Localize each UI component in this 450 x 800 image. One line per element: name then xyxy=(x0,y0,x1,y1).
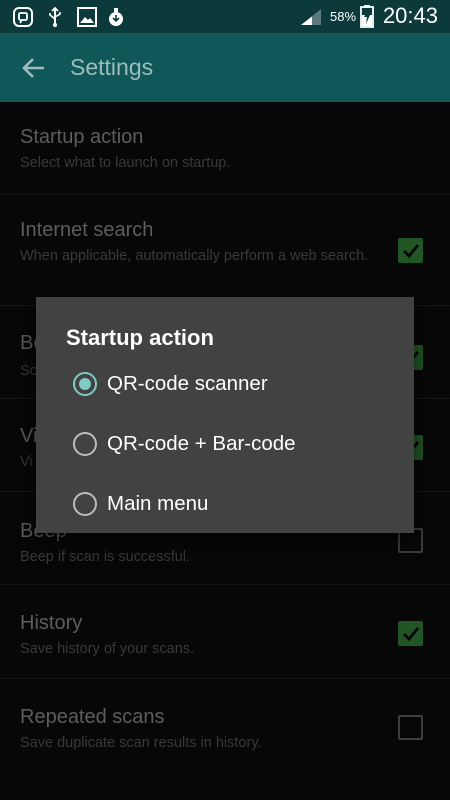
check-icon xyxy=(403,244,420,259)
settings-item-subtitle: Beep if scan is successful. xyxy=(20,549,191,565)
startup-action-dialog: Startup action QR-code scanner QR-code +… xyxy=(36,297,414,533)
page-title: Settings xyxy=(70,54,154,80)
signal-icon xyxy=(300,8,322,31)
usb-icon xyxy=(47,6,63,32)
settings-item-subtitle: Save duplicate scan results in history. xyxy=(20,735,262,751)
battery-charging-icon xyxy=(360,5,374,33)
radio-button-selected[interactable] xyxy=(73,372,97,396)
clock: 20:43 xyxy=(382,3,438,28)
settings-item-internet-search[interactable]: Internet search When applicable, automat… xyxy=(0,195,450,306)
settings-item-title: Repeated scans xyxy=(20,706,165,728)
option-qr-code-bar-code[interactable]: QR-code + Bar-code xyxy=(72,422,402,466)
settings-item-history[interactable]: History Save history of your scans. xyxy=(0,585,450,679)
radio-button[interactable] xyxy=(73,492,97,516)
settings-item-title: Startup action xyxy=(20,126,144,148)
internet-search-checkbox[interactable] xyxy=(398,238,423,263)
check-icon xyxy=(403,627,420,642)
back-button[interactable] xyxy=(18,52,50,84)
option-main-menu[interactable]: Main menu xyxy=(72,482,402,526)
option-label: QR-code + Bar-code xyxy=(107,432,296,455)
settings-item-title: History xyxy=(20,612,83,634)
repeated-scans-checkbox[interactable] xyxy=(398,715,423,740)
settings-item-title: Internet search xyxy=(20,219,154,241)
settings-item-startup-action[interactable]: Startup action Select what to launch on … xyxy=(0,102,450,195)
option-label: Main menu xyxy=(107,492,209,515)
option-qr-code-scanner[interactable]: QR-code scanner xyxy=(72,362,402,406)
settings-item-subtitle: When applicable, automatically perform a… xyxy=(20,248,369,264)
settings-item-title: Vi xyxy=(20,425,38,447)
arrow-left-icon xyxy=(18,58,50,88)
app-bar: Settings xyxy=(0,33,450,102)
battery-percent: 58% xyxy=(330,9,357,24)
option-label: QR-code scanner xyxy=(107,372,268,395)
settings-item-repeated-scans[interactable]: Repeated scans Save duplicate scan resul… xyxy=(0,679,450,773)
notification-app-icon xyxy=(13,7,33,32)
dialog-title: Startup action xyxy=(66,325,214,350)
download-icon xyxy=(108,7,124,32)
history-checkbox[interactable] xyxy=(398,621,423,646)
image-icon xyxy=(77,7,97,32)
settings-item-subtitle: Save history of your scans. xyxy=(20,641,195,657)
status-bar: 58% 20:43 xyxy=(0,0,450,33)
settings-item-subtitle: Select what to launch on startup. xyxy=(20,155,231,171)
radio-button[interactable] xyxy=(73,432,97,456)
